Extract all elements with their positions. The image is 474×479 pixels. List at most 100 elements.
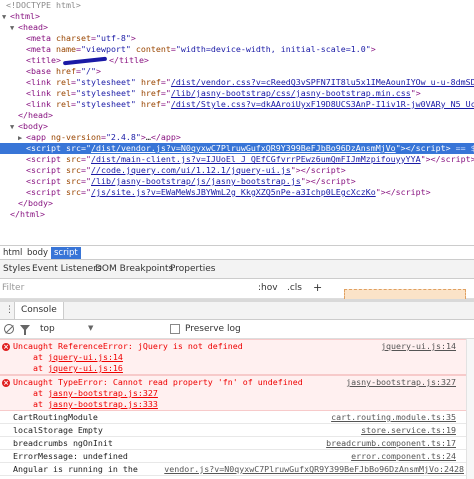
error-text: Uncaught ReferenceError: jQuery is not d…: [13, 341, 243, 351]
script-src-link[interactable]: /js/site.js?v=EWaMeWsJBYWmL2g_KkgXZQ5nPe…: [91, 187, 376, 197]
clear-console-icon[interactable]: [4, 324, 14, 334]
breadcrumb-item-body[interactable]: body: [24, 247, 51, 259]
script-src-link[interactable]: //code.jquery.com/ui/1.12.1/jquery-ui.js: [91, 165, 291, 175]
title-close-tag: </title>: [108, 55, 149, 65]
attr-name: href: [55, 66, 76, 76]
styles-filter-input[interactable]: Filter: [2, 283, 24, 293]
html-open-tag: <html>: [10, 11, 40, 21]
class-toggle[interactable]: .cls: [287, 283, 302, 293]
tab-styles[interactable]: Styles: [3, 264, 30, 274]
filter-icon[interactable]: [20, 325, 30, 335]
attr-name: name: [55, 44, 76, 54]
tab-console[interactable]: Console: [14, 302, 64, 319]
tab-event-listeners[interactable]: Event Listeners: [32, 264, 102, 274]
script-src-link[interactable]: /dist/main-client.js?v=IJUoEl_J_QEfCGfvr…: [91, 154, 421, 164]
attr-name: charset: [55, 33, 91, 43]
message-source-link[interactable]: jquery-ui.js:14: [381, 341, 456, 352]
breadcrumb: html body script: [0, 245, 474, 259]
attr-value: "utf-8": [95, 33, 131, 43]
attr-name: ng-version: [50, 132, 101, 142]
head-open-tag: <head>: [18, 22, 48, 32]
link-node[interactable]: <link rel="stylesheet" href="/lib/jasny-…: [0, 88, 474, 99]
meta-viewport-node[interactable]: <meta name="viewport" content="width=dev…: [0, 44, 474, 55]
message-source-link[interactable]: cart.routing.module.ts:35: [331, 412, 456, 423]
script-node[interactable]: <script src="/dist/main-client.js?v=IJUo…: [0, 154, 474, 165]
script-src-link[interactable]: /dist/vendor.js?v=N0qyxwC7PlruwGufxQR9Y3…: [91, 143, 396, 153]
attr-name: content: [135, 44, 171, 54]
head-close-node: </head>: [0, 110, 474, 121]
message-source-link[interactable]: jasny-bootstrap.js:327: [346, 377, 456, 388]
error-icon: ×: [2, 379, 10, 387]
error-text: Uncaught TypeError: Cannot read property…: [13, 377, 303, 387]
stylesheet-link[interactable]: /dist/Style.css?v=dkAAroiUyxF19D8UCS3AnP…: [171, 99, 474, 109]
doctype-text: <!DOCTYPE html>: [6, 0, 81, 10]
collapsed-triangle-icon[interactable]: ▶: [18, 133, 26, 143]
stack-frame: at jasny-bootstrap.js:333: [33, 399, 158, 409]
selected-marker: == $0: [455, 143, 474, 153]
styles-tab-bar: Styles Event Listeners DOM Breakpoints P…: [0, 259, 474, 279]
tab-dom-breakpoints[interactable]: DOM Breakpoints: [95, 264, 173, 274]
body-node[interactable]: ▼ <body>: [0, 121, 474, 132]
log-text: breadcrumbs ngOnInit: [13, 438, 113, 448]
app-close-tag: </app>: [150, 132, 181, 142]
console-scrollbar[interactable]: [466, 339, 474, 479]
message-source-link[interactable]: store.service.ts:19: [361, 425, 456, 436]
stack-frame-link[interactable]: jquery-ui.js:14: [48, 352, 123, 362]
add-rule-button[interactable]: +: [313, 281, 322, 294]
html-node[interactable]: ▼ <html>: [0, 11, 474, 22]
attr-value: "viewport": [80, 44, 131, 54]
console-log-message: ErrorMessage: undefined error.component.…: [0, 450, 474, 463]
breadcrumb-item-script[interactable]: script: [51, 247, 81, 259]
console-log-message: CartRoutingModule cart.routing.module.ts…: [0, 411, 474, 424]
log-text: Angular is running in the: [13, 464, 138, 474]
html-close-tag: </html>: [10, 209, 45, 219]
log-text: CartRoutingModule: [13, 412, 98, 422]
title-node[interactable]: <title> </title>: [0, 55, 474, 66]
console-error-message: × Uncaught ReferenceError: jQuery is not…: [0, 339, 474, 375]
console-log-message: Angular is running in the vendor.js?v=N0…: [0, 463, 474, 476]
stack-frame-link[interactable]: jasny-bootstrap.js:327: [48, 388, 158, 398]
attr-value: "width=device-width, initial-scale=1.0": [175, 44, 371, 54]
link-node[interactable]: <link rel="stylesheet" href="/dist/Style…: [0, 99, 474, 110]
head-node[interactable]: ▼ <head>: [0, 22, 474, 33]
html-close-node: </html>: [0, 209, 474, 220]
meta-charset-node[interactable]: <meta charset="utf-8">: [0, 33, 474, 44]
stack-frame-link[interactable]: jquery-ui.js:16: [48, 363, 123, 373]
expand-triangle-icon[interactable]: ▼: [10, 23, 18, 33]
script-src-link[interactable]: /lib/jasny-bootstrap/js/jasny-bootstrap.…: [91, 176, 301, 186]
message-source-link[interactable]: breadcrumb.component.ts:17: [326, 438, 456, 449]
title-open-tag: <title>: [26, 55, 61, 65]
chevron-down-icon[interactable]: ▼: [88, 324, 93, 332]
expand-triangle-icon[interactable]: ▼: [10, 122, 18, 132]
expand-triangle-icon[interactable]: ▼: [2, 12, 10, 22]
tab-properties[interactable]: Properties: [170, 264, 215, 274]
link-node[interactable]: <link rel="stylesheet" href="/dist/vendo…: [0, 77, 474, 88]
hover-state-toggle[interactable]: :hov: [258, 283, 278, 293]
box-model-preview: [344, 289, 466, 299]
stylesheet-link[interactable]: /lib/jasny-bootstrap/css/jasny-bootstrap…: [171, 88, 411, 98]
drawer-menu-icon[interactable]: ⋮: [5, 305, 14, 315]
stack-frame: at jquery-ui.js:14: [33, 352, 123, 362]
stylesheet-link[interactable]: /dist/vendor.css?v=cReedQ3vSPFN7IT8lu5x1…: [171, 77, 474, 87]
script-node[interactable]: <script src="/lib/jasny-bootstrap/js/jas…: [0, 176, 474, 187]
message-source-link[interactable]: error.component.ts:24: [351, 451, 456, 462]
stack-frame: at jquery-ui.js:16: [33, 363, 123, 373]
attr-value: "2.4.8": [105, 132, 141, 142]
console-error-message: × Uncaught TypeError: Cannot read proper…: [0, 375, 474, 411]
message-source-link[interactable]: vendor.js?v=N0qyxwC7PlruwGufxQR9Y399BeFJ…: [164, 464, 464, 475]
body-close-node: </body>: [0, 198, 474, 209]
doctype-node[interactable]: <!DOCTYPE html>: [0, 0, 474, 11]
script-node-selected[interactable]: <script src="/dist/vendor.js?v=N0qyxwC7P…: [0, 143, 474, 154]
console-drawer-header: ⋮ Console: [0, 302, 474, 320]
preserve-log-checkbox[interactable]: [170, 324, 180, 334]
script-node[interactable]: <script src="//code.jquery.com/ui/1.12.1…: [0, 165, 474, 176]
head-close-tag: </head>: [18, 110, 53, 120]
base-node[interactable]: <base href="/">: [0, 66, 474, 77]
attr-value: "/": [80, 66, 96, 76]
stack-frame-link[interactable]: jasny-bootstrap.js:333: [48, 399, 158, 409]
app-node[interactable]: ▶ <app ng-version="2.4.8">…</app>: [0, 132, 474, 143]
context-selector[interactable]: top: [40, 324, 55, 334]
breadcrumb-item-html[interactable]: html: [0, 247, 25, 259]
console-messages: × Uncaught ReferenceError: jQuery is not…: [0, 339, 474, 479]
script-node[interactable]: <script src="/js/site.js?v=EWaMeWsJBYWmL…: [0, 187, 474, 198]
